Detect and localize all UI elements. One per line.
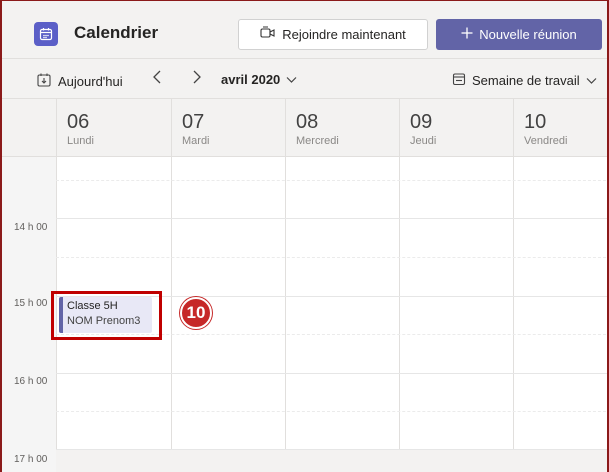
off-hours-band: [56, 449, 607, 472]
half-hour-line: [56, 257, 607, 258]
new-meeting-label: Nouvelle réunion: [479, 27, 577, 42]
time-label: 17 h 00: [14, 454, 48, 465]
join-now-label: Rejoindre maintenant: [282, 27, 406, 42]
hour-line: [56, 449, 607, 450]
view-selector[interactable]: Semaine de travail: [452, 72, 597, 89]
plus-icon: [461, 27, 473, 42]
time-label: 14 h 00: [14, 222, 48, 233]
day-column-thursday[interactable]: [399, 157, 513, 472]
chevron-down-icon: [586, 73, 597, 88]
day-number: 08: [296, 111, 319, 133]
day-header-tuesday[interactable]: 07 Mardi: [171, 99, 285, 157]
chevron-down-icon: [286, 72, 297, 87]
day-name: Vendredi: [524, 135, 568, 147]
day-header-friday[interactable]: 10 Vendredi: [513, 99, 607, 157]
previous-week-button[interactable]: [152, 69, 162, 90]
day-number: 09: [410, 111, 433, 133]
join-now-button[interactable]: Rejoindre maintenant: [238, 19, 428, 50]
calendar-view-icon: [452, 72, 466, 89]
day-number: 06: [67, 111, 90, 133]
view-label: Semaine de travail: [472, 73, 580, 88]
time-label: 15 h 00: [14, 298, 48, 309]
half-hour-line: [56, 180, 607, 181]
day-column-friday[interactable]: [513, 157, 607, 472]
day-header-thursday[interactable]: 09 Jeudi: [399, 99, 513, 157]
time-label: 16 h 00: [14, 376, 48, 387]
day-column-wednesday[interactable]: [285, 157, 399, 472]
day-header-row: 06 Lundi 07 Mardi 08 Mercredi 09 Jeudi 1…: [2, 99, 607, 157]
chevron-right-icon: [192, 69, 202, 90]
hour-line: [56, 373, 607, 374]
day-name: Mercredi: [296, 135, 339, 147]
month-selector[interactable]: avril 2020: [221, 72, 297, 87]
calendar-app-icon: [34, 22, 58, 46]
page-title: Calendrier: [74, 23, 159, 42]
step-number-badge: 10: [180, 297, 212, 329]
today-button[interactable]: Aujourd'hui: [36, 72, 123, 91]
day-name: Mardi: [182, 135, 210, 147]
calendar-toolbar: Aujourd'hui avril 2020 Semaine de travai…: [2, 59, 607, 99]
next-week-button[interactable]: [192, 69, 202, 90]
day-name: Jeudi: [410, 135, 437, 147]
calendar-window: Calendrier Rejoindre maintenant Nouvelle…: [0, 0, 609, 472]
calendar-header: Calendrier Rejoindre maintenant Nouvelle…: [2, 1, 607, 59]
day-number: 10: [524, 111, 547, 133]
chevron-left-icon: [152, 69, 162, 90]
new-meeting-button[interactable]: Nouvelle réunion: [436, 19, 602, 50]
day-number: 07: [182, 111, 205, 133]
day-header-monday[interactable]: 06 Lundi: [56, 99, 171, 157]
day-header-wednesday[interactable]: 08 Mercredi: [285, 99, 399, 157]
hour-line: [56, 218, 607, 219]
calendar-today-icon: [36, 72, 52, 91]
video-camera-icon: [260, 26, 276, 43]
day-name: Lundi: [67, 135, 94, 147]
highlight-frame: [51, 291, 162, 340]
half-hour-line: [56, 411, 607, 412]
today-label: Aujourd'hui: [58, 74, 123, 89]
month-label: avril 2020: [221, 72, 281, 87]
